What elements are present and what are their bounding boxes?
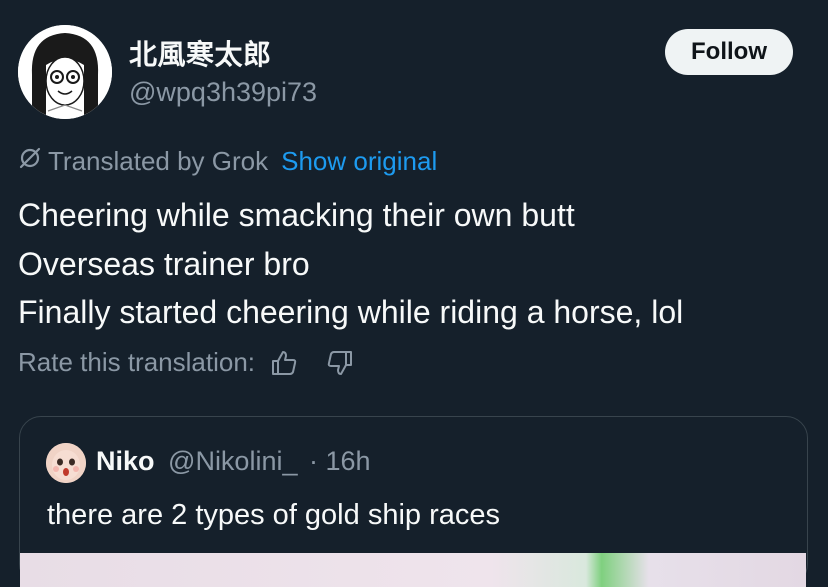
- quoted-author-avatar[interactable]: [46, 443, 86, 483]
- quoted-tweet-time[interactable]: · 16h: [309, 446, 371, 476]
- follow-button[interactable]: Follow: [665, 29, 793, 75]
- quoted-author-name[interactable]: Niko: [96, 446, 155, 476]
- thumbs-down-icon[interactable]: [325, 348, 355, 378]
- quoted-author-avatar-image: [46, 443, 86, 483]
- author-display-name[interactable]: 北風寒太郎: [129, 33, 272, 73]
- translated-by-label: Translated by Grok: [48, 146, 269, 176]
- rate-translation-label: Rate this translation:: [18, 347, 256, 377]
- tweet-line: Finally started cheering while riding a …: [18, 294, 684, 330]
- quoted-tweet-card[interactable]: Niko @Nikolini_ · 16h there are 2 types …: [19, 416, 808, 587]
- quoted-tweet-text: there are 2 types of gold ship races: [47, 499, 500, 531]
- quoted-author-handle[interactable]: @Nikolini_: [168, 446, 297, 476]
- author-avatar[interactable]: [18, 25, 112, 119]
- show-original-link[interactable]: Show original: [281, 146, 437, 177]
- tweet-body: Cheering while smacking their own butt O…: [18, 191, 683, 337]
- tweet-line: Cheering while smacking their own butt: [18, 197, 575, 233]
- tweet-line: Overseas trainer bro: [18, 245, 310, 282]
- quoted-tweet-header: Niko @Nikolini_ · 16h: [96, 446, 371, 477]
- grok-icon: [18, 146, 48, 177]
- author-handle[interactable]: @wpq3h39pi73: [129, 77, 317, 108]
- translation-bar: Translated by Grok Show original: [18, 146, 437, 177]
- thumbs-up-icon[interactable]: [269, 348, 299, 378]
- rate-translation-bar: Rate this translation:: [18, 347, 355, 378]
- author-avatar-image: [18, 25, 112, 119]
- quoted-tweet-media[interactable]: [20, 553, 806, 587]
